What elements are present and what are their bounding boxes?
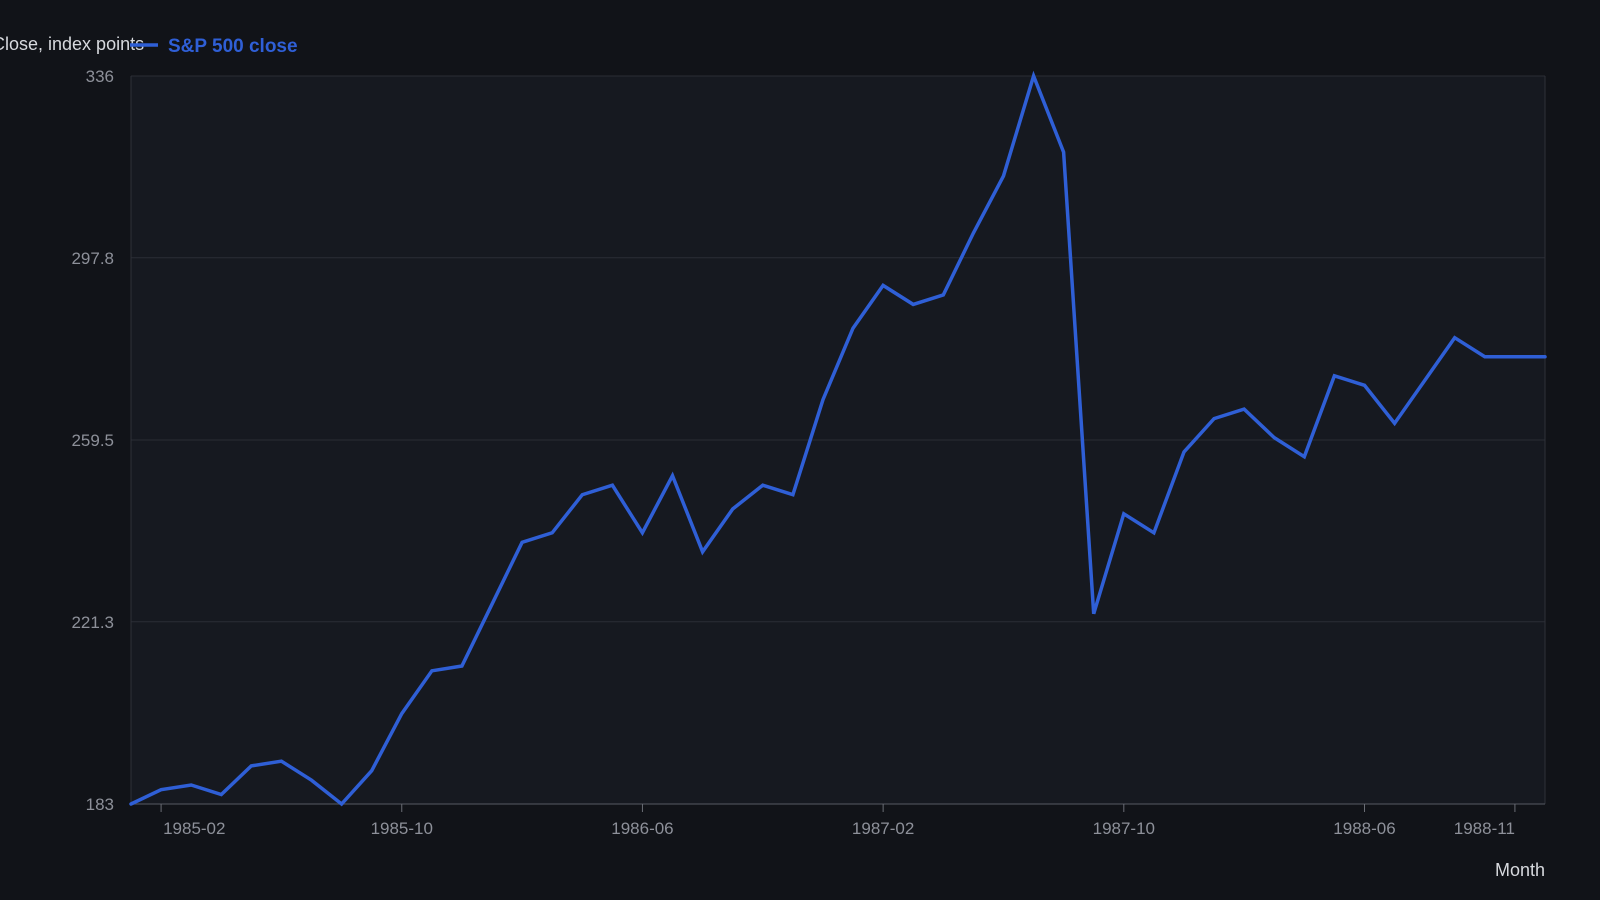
y-tick-label: 336 xyxy=(86,67,114,86)
x-tick-label: 1986-06 xyxy=(611,819,673,838)
chart: 183 221.3 259.5 297.8 336 1985-02 1985-10 1986… xyxy=(0,0,1600,900)
x-tick-label: 1988-06 xyxy=(1333,819,1395,838)
y-tick-label: 221.3 xyxy=(71,613,114,632)
x-tick-label: 1988-11 xyxy=(1454,819,1515,838)
y-tick-label: 297.8 xyxy=(71,249,114,268)
legend[interactable]: S&P 500 close xyxy=(130,36,298,57)
x-tick-label: 1985-02 xyxy=(163,819,225,838)
x-tick-label: 1987-02 xyxy=(852,819,914,838)
y-tick-label: 259.5 xyxy=(71,431,114,450)
x-axis: 1985-02 1985-10 1986-06 1987-02 1987-10 1988-… xyxy=(131,803,1545,838)
legend-label: S&P 500 close xyxy=(168,36,298,57)
line-chart: 183 221.3 259.5 297.8 336 1985-02 1985-10 1986… xyxy=(0,34,1547,880)
y-tick-label: 183 xyxy=(86,795,114,814)
x-tick-label: 1987-10 xyxy=(1093,819,1155,838)
x-axis-title: Month xyxy=(1495,860,1545,880)
y-axis-title: Close, index points xyxy=(0,34,144,54)
y-axis: 183 221.3 259.5 297.8 336 xyxy=(71,67,114,814)
x-tick-label: 1985-10 xyxy=(371,819,433,838)
